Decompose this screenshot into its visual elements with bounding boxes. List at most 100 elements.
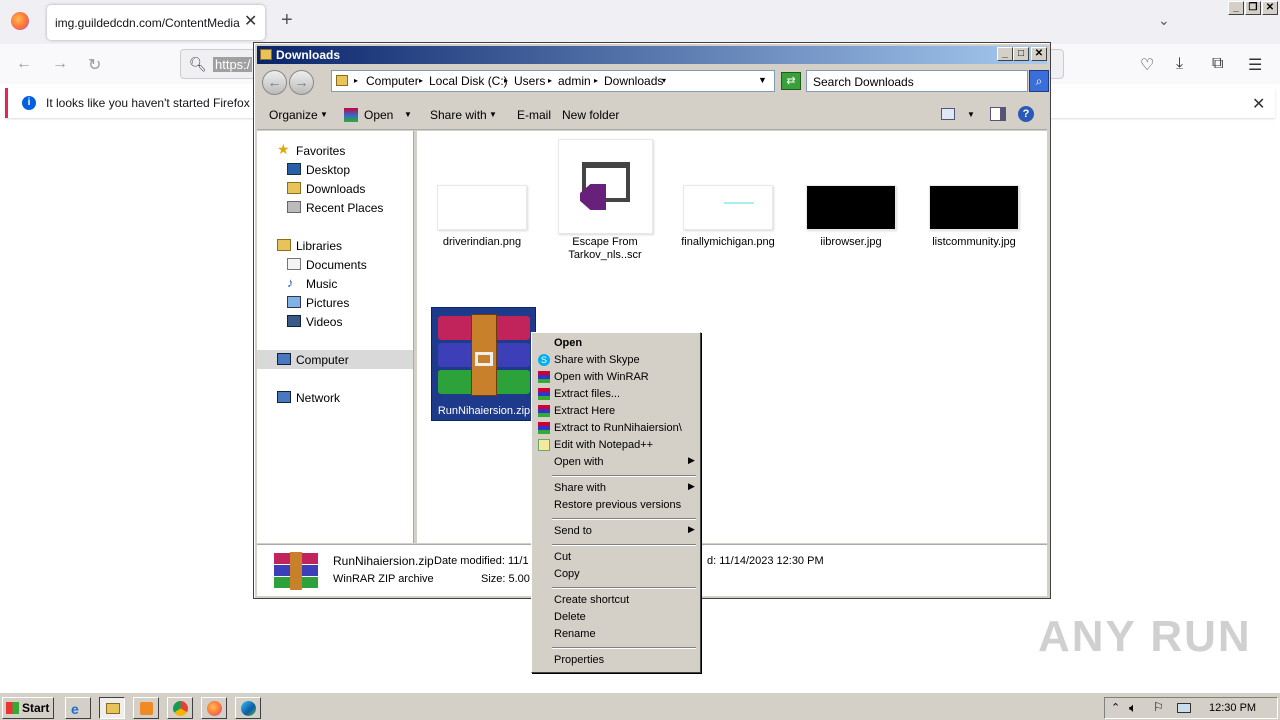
menu-item-properties[interactable]: Properties <box>534 652 698 669</box>
help-icon[interactable]: ? <box>1018 106 1034 122</box>
nav-network[interactable]: Network <box>257 388 413 407</box>
star-icon: ★ <box>277 141 290 157</box>
open-button[interactable]: Open <box>364 108 393 122</box>
breadcrumb-downloads[interactable]: Downloads <box>604 74 663 88</box>
nav-downloads[interactable]: Downloads <box>257 179 413 198</box>
taskbar-edge-icon[interactable] <box>235 697 261 719</box>
file-item[interactable]: Escape From Tarkov_nls..scr <box>553 139 657 264</box>
explorer-forward-button[interactable]: → <box>289 70 314 95</box>
address-bar[interactable]: ▸ Computer ▸ Local Disk (C:) ▸ Users ▸ a… <box>331 70 775 92</box>
nav-favorites[interactable]: ★ Favorites <box>257 141 413 160</box>
show-hidden-icons-icon[interactable]: ⌃ <box>1111 701 1120 714</box>
chevron-down-icon[interactable]: ▾ <box>662 76 666 85</box>
menu-item-extract-here[interactable]: Extract Here <box>534 403 698 420</box>
menu-item-open-winrar[interactable]: Open with WinRAR <box>534 369 698 386</box>
nav-desktop[interactable]: Desktop <box>257 160 413 179</box>
menu-item-extract-files[interactable]: Extract files... <box>534 386 698 403</box>
menu-label: Extract to RunNihaiersion\ <box>554 422 682 434</box>
restore-button[interactable]: ❐ <box>1245 1 1261 15</box>
menu-item-rename[interactable]: Rename <box>534 626 698 643</box>
nav-computer[interactable]: Computer <box>257 350 413 369</box>
clock[interactable]: 12:30 PM <box>1209 702 1256 714</box>
volume-icon[interactable]: 🔈︎ <box>1129 700 1137 716</box>
file-item[interactable]: iibrowser.jpg <box>799 181 903 251</box>
network-tray-icon[interactable] <box>1177 703 1191 713</box>
menu-item-create-shortcut[interactable]: Create shortcut <box>534 592 698 609</box>
address-row: ← → ▸ Computer ▸ Local Disk (C:) ▸ Users… <box>257 66 1049 98</box>
menu-item-copy[interactable]: Copy <box>534 566 698 583</box>
nav-music[interactable]: ♪ Music <box>257 274 413 293</box>
address-dropdown-icon[interactable]: ▼ <box>758 75 767 85</box>
search-icon[interactable]: ⌕ <box>1029 70 1049 92</box>
search-icon: 🔍︎ <box>189 56 207 72</box>
email-button[interactable]: E-mail <box>517 108 551 122</box>
window-title-bar[interactable]: Downloads _ □ ✕ <box>257 46 1047 64</box>
reload-icon[interactable]: ↻ <box>88 55 101 75</box>
minimize-button[interactable]: _ <box>1228 1 1244 15</box>
file-item[interactable]: listcommunity.jpg <box>922 181 1026 251</box>
notification-text: It looks like you haven't started Firefo… <box>46 96 273 110</box>
downloads-icon[interactable]: ⤓ <box>1176 55 1183 73</box>
details-type: WinRAR ZIP archive <box>333 573 434 585</box>
file-item-selected[interactable]: RunNihaiersion.zip <box>431 307 536 421</box>
menu-item-edit-notepad[interactable]: Edit with Notepad++ <box>534 437 698 454</box>
file-item[interactable]: driverindian.png <box>430 181 534 251</box>
documents-icon <box>287 258 301 270</box>
menu-item-cut[interactable]: Cut <box>534 549 698 566</box>
chevron-down-icon: ▼ <box>489 110 497 119</box>
pocket-icon[interactable]: ♡ <box>1140 55 1154 75</box>
taskbar-firefox-icon[interactable] <box>201 697 227 719</box>
taskbar-explorer-icon[interactable] <box>99 697 125 719</box>
menu-item-extract-to[interactable]: Extract to RunNihaiersion\ <box>534 420 698 437</box>
taskbar-ie-icon[interactable]: e <box>65 697 91 719</box>
submenu-arrow-icon: ▶ <box>688 524 695 534</box>
share-with-button[interactable]: Share with <box>430 108 487 122</box>
search-input[interactable]: Search Downloads <box>806 70 1028 92</box>
nav-recent-places[interactable]: Recent Places <box>257 198 413 217</box>
menu-item-delete[interactable]: Delete <box>534 609 698 626</box>
menu-item-share-skype[interactable]: S Share with Skype <box>534 352 698 369</box>
nav-documents[interactable]: Documents <box>257 255 413 274</box>
preview-pane-icon[interactable] <box>990 107 1006 121</box>
breadcrumb-admin[interactable]: admin <box>558 74 591 88</box>
action-center-flag-icon[interactable]: ⚐ <box>1153 700 1164 714</box>
back-icon[interactable]: ← <box>16 55 32 73</box>
breadcrumb-users[interactable]: Users <box>514 74 545 88</box>
folder-icon <box>336 75 348 86</box>
chevron-right-icon: ▸ <box>419 76 424 85</box>
taskbar-chrome-icon[interactable] <box>167 697 193 719</box>
list-tabs-chevron-icon[interactable]: ⌄ <box>1158 12 1170 29</box>
file-item[interactable]: finallymichigan.png <box>676 181 780 251</box>
window-close-button[interactable]: ✕ <box>1031 47 1047 61</box>
extensions-icon[interactable]: ⧉ <box>1212 55 1223 73</box>
organize-button[interactable]: Organize <box>269 108 318 122</box>
nav-pictures[interactable]: Pictures <box>257 293 413 312</box>
new-tab-button[interactable]: + <box>281 9 293 32</box>
menu-item-send-to[interactable]: Send to ▶ <box>534 523 698 540</box>
menu-icon[interactable]: ☰ <box>1248 55 1262 75</box>
explorer-back-button[interactable]: ← <box>262 70 287 95</box>
nav-videos[interactable]: Videos <box>257 312 413 331</box>
menu-item-open[interactable]: Open <box>534 335 698 352</box>
chevron-down-icon[interactable]: ▼ <box>967 110 975 119</box>
browser-tab[interactable]: img.guildedcdn.com/ContentMediaGenericFi… <box>47 5 265 40</box>
breadcrumb-local-disk[interactable]: Local Disk (C:) <box>429 74 508 88</box>
refresh-icon[interactable]: ⇄ <box>781 72 801 90</box>
forward-icon[interactable]: → <box>52 55 68 73</box>
window-maximize-button[interactable]: □ <box>1013 47 1029 61</box>
notification-close-icon[interactable]: ✕ <box>1252 94 1265 114</box>
breadcrumb-computer[interactable]: Computer <box>366 74 419 88</box>
nav-libraries[interactable]: Libraries <box>257 236 413 255</box>
chevron-down-icon[interactable]: ▼ <box>404 110 412 119</box>
menu-item-share-with[interactable]: Share with ▶ <box>534 480 698 497</box>
change-view-icon[interactable] <box>941 108 955 120</box>
taskbar-media-player-icon[interactable] <box>133 697 159 719</box>
start-button[interactable]: Start <box>2 697 54 719</box>
menu-separator <box>552 544 696 546</box>
menu-item-open-with[interactable]: Open with ▶ <box>534 454 698 471</box>
close-button[interactable]: ✕ <box>1262 1 1278 15</box>
tab-close-icon[interactable]: ✕ <box>244 11 257 31</box>
window-minimize-button[interactable]: _ <box>997 47 1013 61</box>
menu-item-restore-versions[interactable]: Restore previous versions <box>534 497 698 514</box>
new-folder-button[interactable]: New folder <box>562 108 619 122</box>
